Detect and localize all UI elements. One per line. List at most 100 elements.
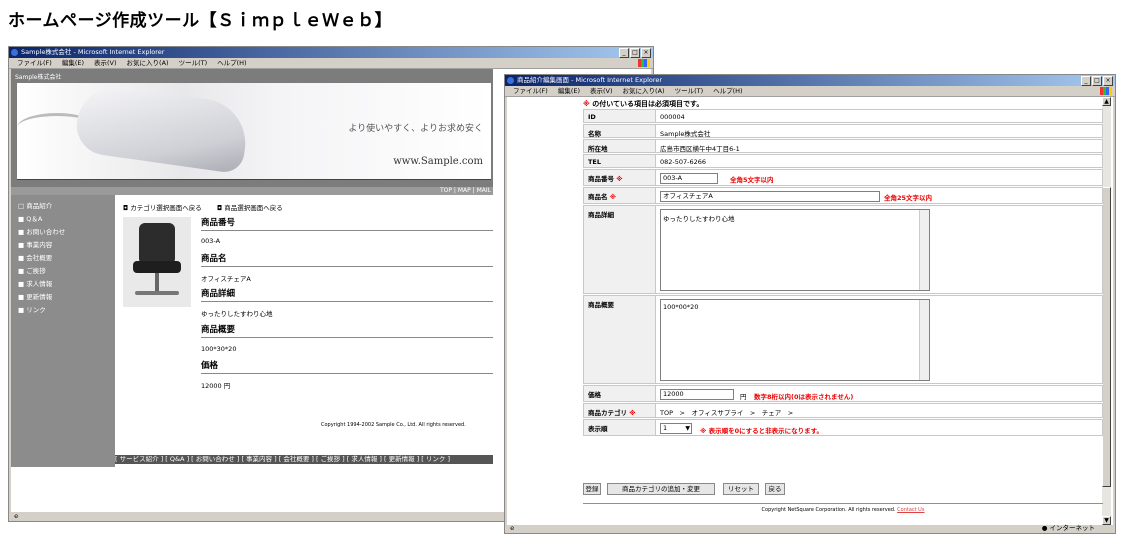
chevron-down-icon: ▼ <box>685 425 690 432</box>
field-value-product-no: 003-A <box>201 237 221 245</box>
form-row-product-detail: 商品詳細 ゆったりしたすわり心地 <box>583 205 1103 294</box>
windows-logo-icon <box>638 59 650 67</box>
field-value-summary: 100*30*20 <box>201 345 237 353</box>
price-input[interactable]: 12000 <box>660 389 734 400</box>
menu-file[interactable]: ファイル(F) <box>513 86 548 96</box>
sidebar-item-links[interactable]: ■ リンク <box>18 304 46 314</box>
field-value-detail: ゆったりしたすわり心地 <box>201 310 273 318</box>
field-label-detail: 商品詳細 <box>201 289 236 299</box>
menu-file[interactable]: ファイル(F) <box>17 58 52 68</box>
divider <box>201 301 493 302</box>
label-price: 価格 <box>584 386 656 401</box>
globe-icon: ● <box>1041 524 1048 532</box>
field-label-product-name: 商品名 <box>201 254 227 264</box>
menu-view[interactable]: 表示(V) <box>94 58 117 68</box>
field-label-product-no: 商品番号 <box>201 218 236 228</box>
product-name-input[interactable]: オフィスチェアA <box>660 191 880 202</box>
sidebar-item-qa[interactable]: ■ Q＆A <box>18 213 42 223</box>
menu-view[interactable]: 表示(V) <box>590 86 613 96</box>
display-order-hint: ※ 表示順を0にすると非表示になります。 <box>700 427 824 435</box>
site-url: www.Sample.com <box>393 156 483 167</box>
company-label: Sample株式会社 <box>15 74 62 81</box>
product-image <box>123 217 191 307</box>
product-summary-text: 100*00*20 <box>663 303 699 311</box>
sidebar-item-company[interactable]: ■ 会社概要 <box>18 252 52 262</box>
close-button[interactable]: × <box>1103 76 1113 86</box>
form-buttons: 登録 商品カテゴリの追加・変更 リセット 戻る <box>583 483 1103 497</box>
menu-favorites[interactable]: お気に入り(A) <box>127 58 169 68</box>
right-footer: Copyright NetSquare Corporation. All rig… <box>583 507 1103 513</box>
back-button[interactable]: 戻る <box>765 483 785 495</box>
scroll-up-arrow-icon[interactable]: ▲ <box>1102 97 1111 106</box>
menu-help[interactable]: ヘルプ(H) <box>713 86 742 96</box>
ie-status-icon: ｅ <box>13 512 20 520</box>
back-to-product-link[interactable]: ◘ 商品選択画面へ戻る <box>217 202 283 212</box>
form-row-address: 所在地 広島市西区横午中4丁目6-1 <box>583 139 1103 153</box>
reset-button[interactable]: リセット <box>723 483 759 495</box>
product-detail-text: ゆったりしたすわり心地 <box>663 215 735 223</box>
minimize-button[interactable]: _ <box>1081 76 1091 86</box>
maximize-button[interactable]: □ <box>1092 76 1102 86</box>
label-product-summary: 商品概要 <box>584 296 656 383</box>
sidebar-item-jobs[interactable]: ■ 求人情報 <box>18 278 52 288</box>
sidebar-item-products[interactable]: □ 商品紹介 <box>18 200 52 210</box>
divider <box>583 503 1103 504</box>
label-category: 商品カテゴリ ※ <box>584 404 656 417</box>
register-button[interactable]: 登録 <box>583 483 601 495</box>
sidebar-item-updates[interactable]: ■ 更新情報 <box>18 291 52 301</box>
product-name-hint: 全角25文字以内 <box>884 194 933 202</box>
product-detail-textarea[interactable]: ゆったりしたすわり心地 <box>660 209 930 291</box>
zone-label: インターネット <box>1049 524 1096 532</box>
product-no-hint: 全角5文字以内 <box>730 176 774 184</box>
mouse-image <box>72 81 252 175</box>
label-product-no: 商品番号 ※ <box>584 170 656 185</box>
sidebar-item-contact[interactable]: ■ お問い合わせ <box>18 226 65 236</box>
sidebar-item-greeting[interactable]: ■ ご挨拶 <box>18 265 46 275</box>
display-order-select[interactable]: 1 ▼ <box>660 423 692 434</box>
required-note-text: の付いている項目は必須項目です。 <box>592 100 704 108</box>
form-row-product-no: 商品番号 ※ 003-A 全角5文字以内 <box>583 169 1103 186</box>
menu-edit[interactable]: 編集(E) <box>558 86 580 96</box>
label-tel: TEL <box>584 155 656 167</box>
form-row-price: 価格 12000 円 数字8桁以内(0は表示されません) <box>583 385 1103 402</box>
menu-favorites[interactable]: お気に入り(A) <box>623 86 665 96</box>
form-row-product-summary: 商品概要 100*00*20 <box>583 295 1103 384</box>
ie-icon <box>507 77 514 84</box>
ie-icon <box>11 49 18 56</box>
top-nav[interactable]: TOP | MAP | MAIL <box>11 187 493 195</box>
left-menubar: ファイル(F) 編集(E) 表示(V) お気に入り(A) ツール(T) ヘルプ(… <box>9 58 653 69</box>
divider <box>201 373 493 374</box>
form-row-category: 商品カテゴリ ※ TOP > オフィスサプライ > チェア > <box>583 403 1103 418</box>
menu-tools[interactable]: ツール(T) <box>675 86 704 96</box>
field-value-price: 12000 円 <box>201 382 231 390</box>
contact-us-link[interactable]: Contact Us <box>897 507 924 513</box>
add-category-button[interactable]: 商品カテゴリの追加・変更 <box>607 483 715 495</box>
close-button[interactable]: × <box>641 48 651 58</box>
site-header: Sample株式会社 より使いやすく、よりお求め安く www.Sample.co… <box>11 69 493 187</box>
scroll-thumb[interactable] <box>1102 187 1111 487</box>
sidebar-item-business[interactable]: ■ 事業内容 <box>18 239 52 249</box>
value-name: Sample株式会社 <box>660 130 711 138</box>
menu-tools[interactable]: ツール(T) <box>179 58 208 68</box>
windows-logo-icon <box>1100 87 1112 95</box>
footer-nav[interactable]: [ サービス紹介 ] [ Q&A ] [ お問い合わせ ] [ 事業内容 ] [… <box>115 455 493 464</box>
left-window-titlebar: Sample株式会社 - Microsoft Internet Explorer <box>9 47 653 58</box>
right-window-titlebar: 商品紹介編集画面 - Microsoft Internet Explorer <box>505 75 1115 86</box>
right-menubar: ファイル(F) 編集(E) 表示(V) お気に入り(A) ツール(T) ヘルプ(… <box>505 86 1115 97</box>
product-no-input[interactable]: 003-A <box>660 173 718 184</box>
menu-help[interactable]: ヘルプ(H) <box>217 58 246 68</box>
label-product-name: 商品名 ※ <box>584 188 656 203</box>
back-to-category-link[interactable]: ◘ カテゴリ選択画面へ戻る <box>123 202 202 212</box>
right-window-title: 商品紹介編集画面 - Microsoft Internet Explorer <box>517 76 663 84</box>
value-tel: 082-507-6266 <box>660 158 707 166</box>
minimize-button[interactable]: _ <box>619 48 629 58</box>
menu-edit[interactable]: 編集(E) <box>62 58 84 68</box>
vertical-scrollbar[interactable]: ▲ ▼ <box>1102 97 1111 525</box>
form-row-id: ID 000004 <box>583 109 1103 123</box>
product-summary-textarea[interactable]: 100*00*20 <box>660 299 930 381</box>
maximize-button[interactable]: □ <box>630 48 640 58</box>
category-path: TOP > オフィスサプライ > チェア > <box>660 409 794 417</box>
field-value-product-name: オフィスチェアA <box>201 275 251 283</box>
form-row-name: 名称 Sample株式会社 <box>583 124 1103 138</box>
form-row-product-name: 商品名 ※ オフィスチェアA 全角25文字以内 <box>583 187 1103 204</box>
